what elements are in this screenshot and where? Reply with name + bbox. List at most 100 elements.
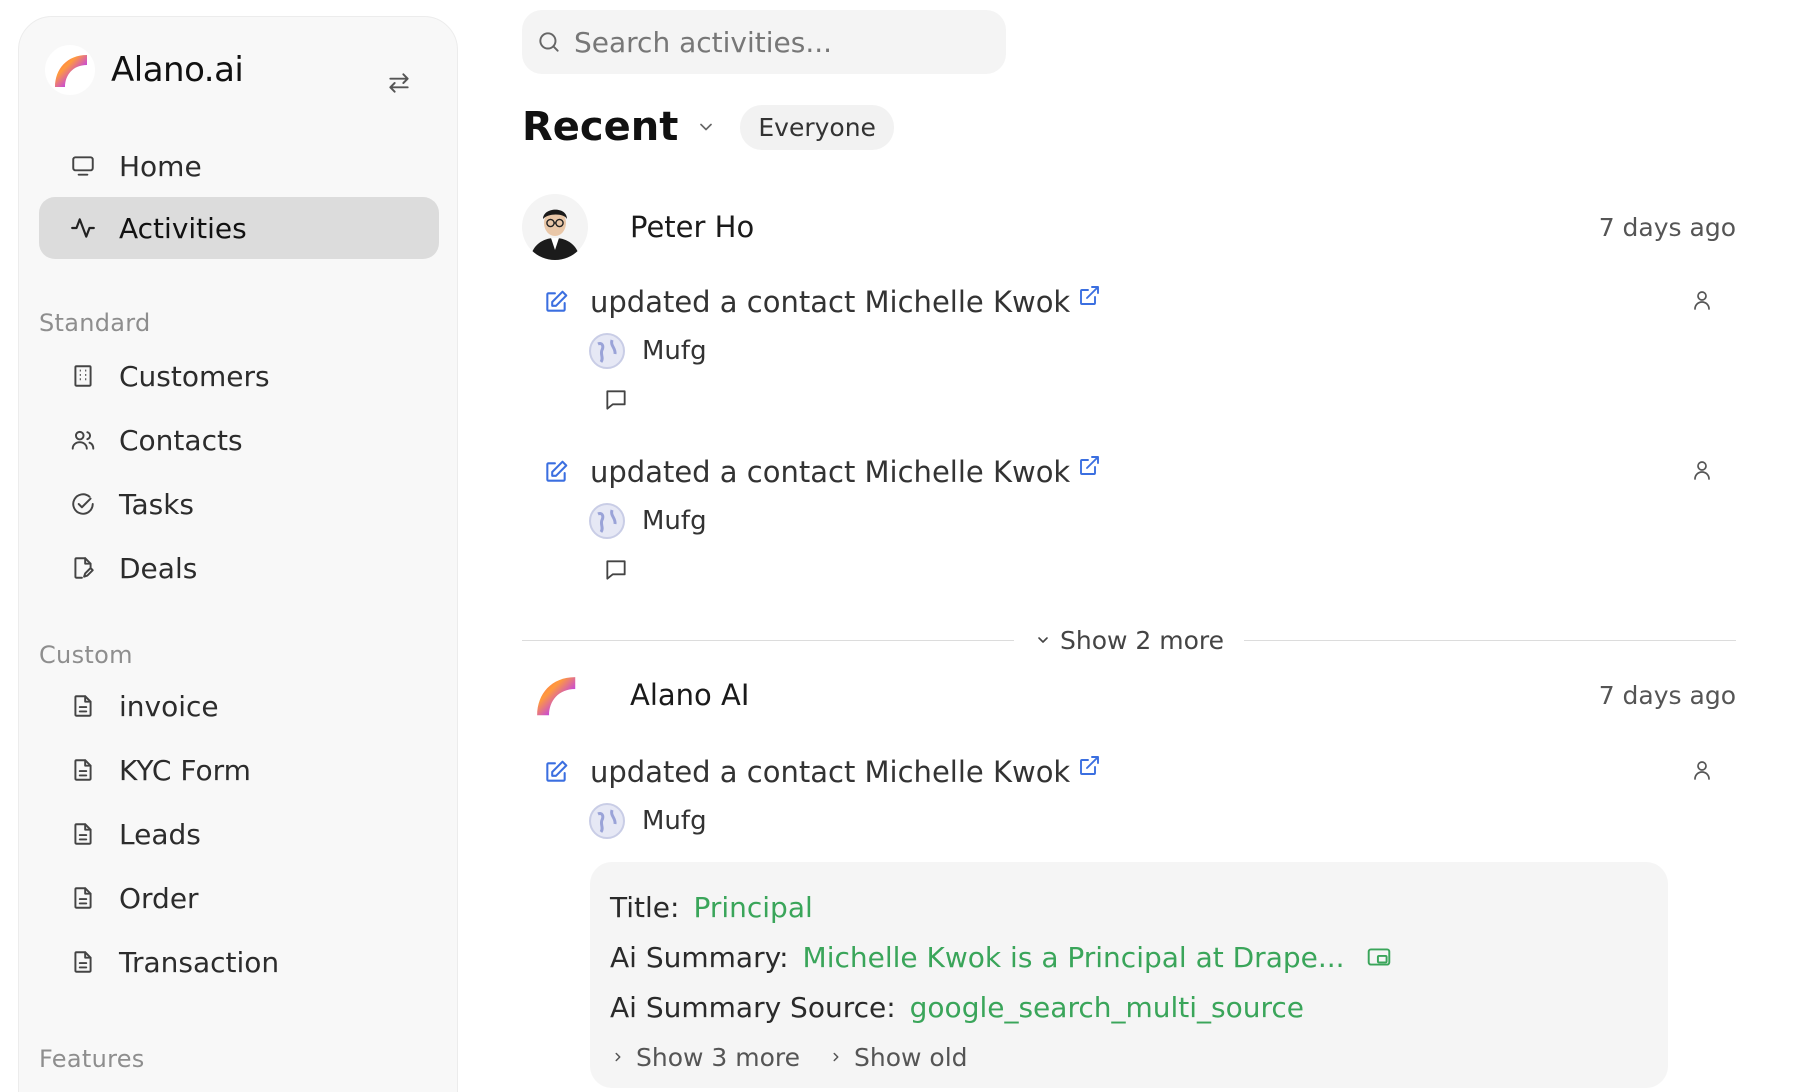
user-icon[interactable] xyxy=(1688,456,1716,484)
nav-item-label: Activities xyxy=(119,211,247,245)
edit-icon xyxy=(542,288,570,316)
avatar[interactable] xyxy=(522,194,588,260)
activity-item: updated a contact Michelle Kwok Mufg xyxy=(542,452,1736,584)
activity-text: updated a contact Michelle Kwok xyxy=(590,455,1071,489)
nav-item-tasks[interactable]: Tasks xyxy=(39,473,439,535)
nav-item-activities[interactable]: Activities xyxy=(39,197,439,259)
company-name: Mufg xyxy=(642,506,707,536)
activity-icon xyxy=(69,214,97,242)
globe-icon xyxy=(589,803,625,839)
edit-icon xyxy=(542,758,570,786)
document-icon xyxy=(69,820,97,848)
nav-item-order[interactable]: Order xyxy=(39,867,439,929)
external-link-icon[interactable] xyxy=(1076,453,1102,479)
nav-item-label: Customers xyxy=(119,359,270,393)
company-tag[interactable]: Mufg xyxy=(588,800,1736,842)
detail-value[interactable]: Michelle Kwok is a Principal at Drape... xyxy=(803,941,1345,974)
comment-icon[interactable] xyxy=(602,386,630,414)
globe-icon xyxy=(589,333,625,369)
alano-ai-avatar[interactable] xyxy=(522,662,588,728)
arrows-swap-icon xyxy=(389,73,409,93)
filter-everyone-chip[interactable]: Everyone xyxy=(740,104,894,150)
show-more-divider: Show 2 more xyxy=(522,620,1737,660)
globe-icon xyxy=(589,503,625,539)
company-name: Mufg xyxy=(642,806,707,836)
detail-row-title: Title: Principal xyxy=(610,882,1648,932)
divider-line xyxy=(522,639,1014,641)
document-icon xyxy=(69,948,97,976)
show-more-details-button[interactable]: Show 3 more xyxy=(610,1043,800,1072)
detail-row-ai-summary-source: Ai Summary Source: google_search_multi_s… xyxy=(610,982,1648,1032)
show-old-label: Show old xyxy=(854,1042,968,1072)
actor-name[interactable]: Peter Ho xyxy=(630,210,754,244)
section-label-custom: Custom xyxy=(39,641,133,669)
nav-item-transaction[interactable]: Transaction xyxy=(39,931,439,993)
nav-item-customers[interactable]: Customers xyxy=(39,345,439,407)
company-tag[interactable]: Mufg xyxy=(588,500,1736,542)
external-link-icon[interactable] xyxy=(1076,753,1102,779)
comment-icon[interactable] xyxy=(602,556,630,584)
nav-item-label: Order xyxy=(119,881,199,915)
chevron-right-icon xyxy=(828,1049,844,1065)
change-details-panel: Title: Principal Ai Summary: Michelle Kw… xyxy=(590,862,1668,1088)
file-edit-icon xyxy=(69,554,97,582)
detail-value: Principal xyxy=(693,890,813,924)
detail-key: Title: xyxy=(610,890,680,924)
user-icon[interactable] xyxy=(1688,756,1716,784)
company-name: Mufg xyxy=(642,336,707,366)
show-more-button[interactable]: Show 2 more xyxy=(1014,626,1244,655)
nav-item-label: Tasks xyxy=(119,487,195,521)
activity-item: updated a contact Michelle Kwok Mufg xyxy=(542,282,1736,414)
nav-item-kyc-form[interactable]: KYC Form xyxy=(39,739,439,801)
actor-row: Alano AI 7 days ago xyxy=(522,660,1736,730)
nav-item-label: Leads xyxy=(119,817,201,851)
document-icon xyxy=(69,692,97,720)
document-icon xyxy=(69,756,97,784)
check-circle-icon xyxy=(69,490,97,518)
feed-title: Recent xyxy=(522,104,679,150)
nav-item-leads[interactable]: Leads xyxy=(39,803,439,865)
nav-item-label: Transaction xyxy=(119,945,280,979)
monitor-icon xyxy=(69,152,97,180)
brand-name: Alano.ai xyxy=(111,50,244,90)
nav-item-label: Home xyxy=(119,149,202,183)
divider-line xyxy=(1244,639,1737,641)
nav-item-label: KYC Form xyxy=(119,753,251,787)
nav-item-home[interactable]: Home xyxy=(39,135,439,197)
nav-item-label: Contacts xyxy=(119,423,243,457)
detail-key: Ai Summary Source: xyxy=(610,990,896,1024)
timestamp: 7 days ago xyxy=(1598,212,1736,242)
show-old-button[interactable]: Show old xyxy=(828,1043,968,1072)
collapse-sidebar-button[interactable] xyxy=(381,65,417,101)
user-icon[interactable] xyxy=(1688,286,1716,314)
detail-links: Show 3 more Show old xyxy=(610,1032,1648,1082)
feed-header: Recent Everyone xyxy=(522,104,894,150)
external-link-icon[interactable] xyxy=(1076,283,1102,309)
section-label-features: Features xyxy=(39,1045,145,1073)
nav-item-contacts[interactable]: Contacts xyxy=(39,409,439,471)
detail-key: Ai Summary: xyxy=(610,940,789,974)
chevron-down-icon[interactable] xyxy=(694,115,718,139)
nav-item-deals[interactable]: Deals xyxy=(39,537,439,599)
document-icon xyxy=(69,884,97,912)
company-tag[interactable]: Mufg xyxy=(588,330,1736,372)
actor-row: Peter Ho 7 days ago xyxy=(522,192,1736,262)
brand[interactable]: Alano.ai xyxy=(45,45,244,95)
nav-item-label: Deals xyxy=(119,551,198,585)
actor-name[interactable]: Alano AI xyxy=(630,678,749,712)
chevron-right-icon xyxy=(610,1049,626,1065)
nav-item-label: invoice xyxy=(119,689,219,723)
building-icon xyxy=(69,362,97,390)
alano-logo-icon xyxy=(45,45,95,95)
search-input[interactable] xyxy=(574,25,994,59)
timestamp: 7 days ago xyxy=(1598,680,1736,710)
edit-icon xyxy=(542,458,570,486)
search-bar[interactable] xyxy=(522,10,1006,74)
expand-view-icon[interactable] xyxy=(1365,943,1393,971)
activity-text: updated a contact Michelle Kwok xyxy=(590,755,1071,789)
users-icon xyxy=(69,426,97,454)
nav-item-invoice[interactable]: invoice xyxy=(39,675,439,737)
show-more-label: Show 2 more xyxy=(1060,625,1225,655)
sidebar: Alano.ai Home Activities Standard Custom… xyxy=(18,16,458,1092)
activity-text: updated a contact Michelle Kwok xyxy=(590,285,1071,319)
